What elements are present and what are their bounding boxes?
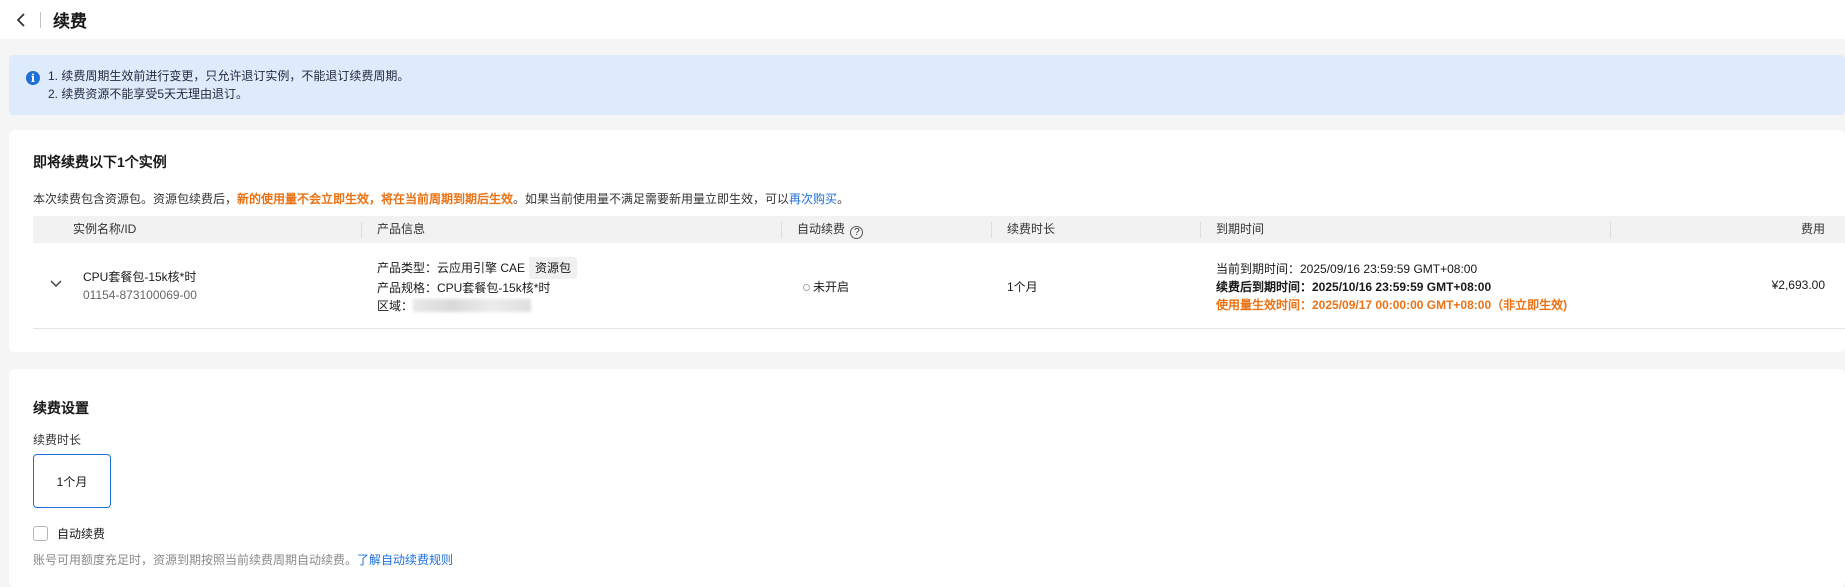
expire-cell: 当前到期时间：2025/09/16 23:59:59 GMT+08:00 续费后…: [1216, 260, 1567, 314]
product-type: 产品类型：云应用引擎 CAE 资源包: [377, 257, 578, 279]
status-dot-icon: [803, 284, 810, 291]
back-arrow-icon[interactable]: [6, 5, 36, 35]
auto-renew-hint: 账号可用额度充足时，资源到期按照当前续费周期自动续费。了解自动续费规则: [33, 551, 453, 568]
product-info-cell: 产品类型：云应用引擎 CAE 资源包 产品规格：CPU套餐包-15k核*时 区域：: [377, 257, 578, 315]
product-spec: 产品规格：CPU套餐包-15k核*时: [377, 279, 577, 297]
col-divider: [1610, 222, 1611, 238]
auto-renew-cell: 未开启: [803, 278, 849, 295]
auto-renew-label[interactable]: 自动续费: [57, 525, 105, 542]
product-type-value: 云应用引擎 CAE: [437, 261, 526, 275]
duration-label: 续费时长: [33, 433, 82, 447]
help-icon[interactable]: ?: [850, 226, 864, 239]
table-row: CPU套餐包-15k核*时 01154-873100069-00 产品类型：云应…: [33, 243, 1845, 329]
auto-renew-status: 未开启: [813, 280, 850, 294]
spec-label: 产品规格：: [377, 281, 438, 295]
notice-lines: 1. 续费周期生效前进行变更，只允许退订实例，不能退订续费周期。 2. 续费资源…: [48, 67, 409, 115]
desc-after: 。如果当前使用量不满足需要新用量立即生效，可以: [513, 192, 790, 206]
col-product-info: 产品信息: [377, 222, 426, 236]
col-fee: 费用: [1800, 222, 1825, 236]
desc-before: 本次续费包含资源包。资源包续费后，: [33, 192, 238, 206]
expire-current: 当前到期时间：2025/09/16 23:59:59 GMT+08:00: [1216, 262, 1478, 276]
col-divider: [991, 222, 992, 238]
instance-name: CPU套餐包-15k核*时: [83, 270, 197, 284]
duration-option-1-month[interactable]: 1个月: [33, 454, 111, 508]
chevron-down-icon[interactable]: [49, 277, 63, 291]
hint-text: 账号可用额度充足时，资源到期按照当前续费周期自动续费。: [33, 553, 358, 567]
top-bar: 续费: [0, 0, 1845, 39]
effective-time: 使用量生效时间：2025/09/17 00:00:00 GMT+08:00（非立…: [1216, 298, 1568, 312]
settings-title: 续费设置: [33, 400, 89, 416]
info-notice: i 1. 续费周期生效前进行变更，只允许退订实例，不能退订续费周期。 2. 续费…: [9, 55, 1845, 115]
auto-renew-row: 自动续费: [33, 525, 105, 542]
col-auto-renew: 自动续费 ?: [797, 216, 864, 243]
notice-line-2: 2. 续费资源不能享受5天无理由退订。: [48, 87, 249, 101]
settings-card: 续费设置 续费时长 1个月 自动续费 账号可用额度充足时，资源到期按照当前续费周…: [9, 369, 1845, 587]
col-instance-name: 实例名称/ID: [73, 222, 137, 236]
spec-value: CPU套餐包-15k核*时: [437, 281, 551, 295]
product-tag: 资源包: [529, 257, 578, 279]
product-region: 区域：: [377, 297, 577, 315]
notice-line-1: 1. 续费周期生效前进行变更，只允许退订实例，不能退订续费周期。: [48, 69, 410, 83]
desc-end: 。: [837, 192, 850, 206]
instance-id: 01154-873100069-00: [83, 288, 197, 302]
duration-value: 1个月: [1007, 280, 1038, 294]
desc-highlight: 新的使用量不会立即生效，将在当前周期到期后生效: [237, 192, 514, 206]
col-divider: [361, 222, 362, 238]
region-value-redacted: [413, 299, 532, 312]
auto-renew-rules-link[interactable]: 了解自动续费规则: [357, 553, 453, 567]
product-type-label: 产品类型：: [377, 261, 438, 275]
col-auto-renew-label: 自动续费: [797, 222, 846, 236]
auto-renew-checkbox[interactable]: [33, 526, 48, 541]
instances-title: 即将续费以下1个实例: [33, 154, 167, 170]
rebuy-link[interactable]: 再次购买: [789, 192, 837, 206]
col-duration: 续费时长: [1007, 222, 1056, 236]
col-divider: [1200, 222, 1201, 238]
info-icon: i: [26, 71, 40, 85]
instance-cell: CPU套餐包-15k核*时 01154-873100069-00: [83, 268, 197, 304]
title-divider: [40, 11, 41, 28]
instances-desc: 本次续费包含资源包。资源包续费后，新的使用量不会立即生效，将在当前周期到期后生效…: [33, 190, 849, 207]
expire-after: 续费后到期时间：2025/10/16 23:59:59 GMT+08:00: [1216, 280, 1492, 294]
region-label: 区域：: [377, 299, 414, 313]
col-divider: [781, 222, 782, 238]
page-title: 续费: [53, 12, 87, 31]
col-expire: 到期时间: [1216, 222, 1265, 236]
fee-value: ¥2,693.00: [1771, 278, 1825, 292]
table-header: 实例名称/ID 产品信息 自动续费 ? 续费时长 到期时间 费用: [33, 216, 1845, 243]
instances-card: 即将续费以下1个实例 本次续费包含资源包。资源包续费后，新的使用量不会立即生效，…: [9, 130, 1845, 352]
